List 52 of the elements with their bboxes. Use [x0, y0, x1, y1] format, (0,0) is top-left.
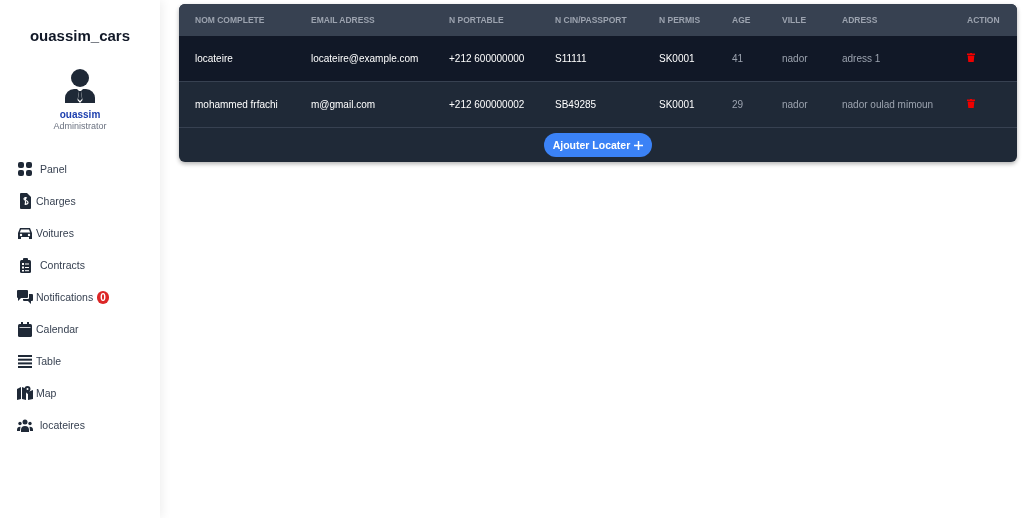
- chat-icon: [17, 290, 33, 304]
- plus-icon: [634, 140, 644, 150]
- sidebar-item[interactable]: Voitures: [17, 217, 160, 249]
- table-cell: m@gmail.com: [295, 81, 433, 128]
- invoice-icon: [19, 193, 31, 209]
- column-header: ADRESS: [826, 4, 951, 36]
- table-cell: nador oulad mimoun: [826, 81, 951, 128]
- sidebar-item[interactable]: Calendar: [17, 313, 160, 345]
- trash-icon[interactable]: [967, 53, 975, 62]
- table-cell: S11111: [539, 36, 643, 82]
- column-header: N CIN/PASSPORT: [539, 4, 643, 36]
- table-cell: locateire@example.com: [295, 36, 433, 82]
- user-avatar-icon: [65, 69, 95, 103]
- notification-badge: 0: [97, 290, 109, 304]
- column-header: N PORTABLE: [433, 4, 539, 36]
- clipboard-icon: [19, 257, 31, 273]
- table-cell: +212 600000002: [433, 81, 539, 128]
- sidebar-item[interactable]: Table: [17, 345, 160, 377]
- user-role: Administrator: [52, 121, 108, 131]
- map-icon: [17, 386, 33, 400]
- sidebar-item[interactable]: Contracts: [17, 249, 160, 281]
- table-cell: 29: [716, 81, 766, 128]
- add-locater-button[interactable]: Ajouter Locater: [543, 133, 653, 157]
- table-cell: mohammed frfachi: [179, 81, 295, 128]
- table-cell: SB49285: [539, 81, 643, 128]
- table-cell: locateire: [179, 36, 295, 82]
- calendar-icon: [18, 321, 32, 337]
- sidebar-item[interactable]: Panel: [17, 153, 160, 185]
- table-cell: nador: [766, 81, 826, 128]
- users-icon: [17, 418, 33, 432]
- table-cell: adress 1: [826, 36, 951, 82]
- trash-icon[interactable]: [967, 99, 975, 108]
- table-cell: SK0001: [643, 81, 716, 128]
- table-cell: +212 600000000: [433, 36, 539, 82]
- table-cell: nador: [766, 36, 826, 82]
- grid-icon: [18, 162, 32, 176]
- table-cell: 41: [716, 36, 766, 82]
- column-header: N PERMIS: [643, 4, 716, 36]
- user-name: ouassim: [58, 109, 102, 120]
- sidebar-item[interactable]: Notifications 0: [17, 281, 160, 313]
- brand-title: ouassim_cars: [28, 27, 132, 44]
- car-icon: [17, 226, 33, 240]
- sidebar-item[interactable]: Charges: [17, 185, 160, 217]
- column-header: ACTION: [951, 4, 1017, 36]
- column-header: NOM COMPLETE: [179, 4, 295, 36]
- list-icon: [18, 354, 32, 368]
- sidebar-item[interactable]: Map: [17, 377, 160, 409]
- sidebar-item[interactable]: locateires: [17, 409, 160, 441]
- column-header: VILLE: [766, 4, 826, 36]
- column-header: EMAIL ADRESS: [295, 4, 433, 36]
- table-cell: SK0001: [643, 36, 716, 82]
- column-header: AGE: [716, 4, 766, 36]
